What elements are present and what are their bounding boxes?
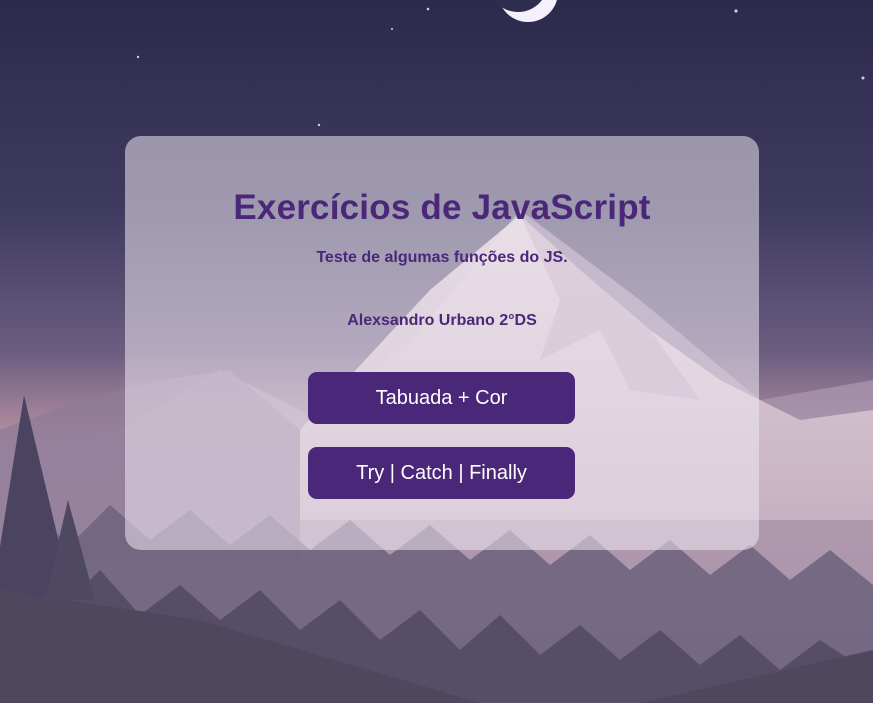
tabuada-cor-button[interactable]: Tabuada + Cor — [308, 372, 575, 424]
try-catch-finally-button[interactable]: Try | Catch | Finally — [308, 447, 575, 499]
author-label: Alexsandro Urbano 2°DS — [347, 312, 537, 329]
page-subtitle: Teste de algumas funções do JS. — [316, 249, 568, 266]
page-title: Exercícios de JavaScript — [233, 188, 651, 227]
exercises-card: Exercícios de JavaScript Teste de alguma… — [125, 136, 759, 550]
